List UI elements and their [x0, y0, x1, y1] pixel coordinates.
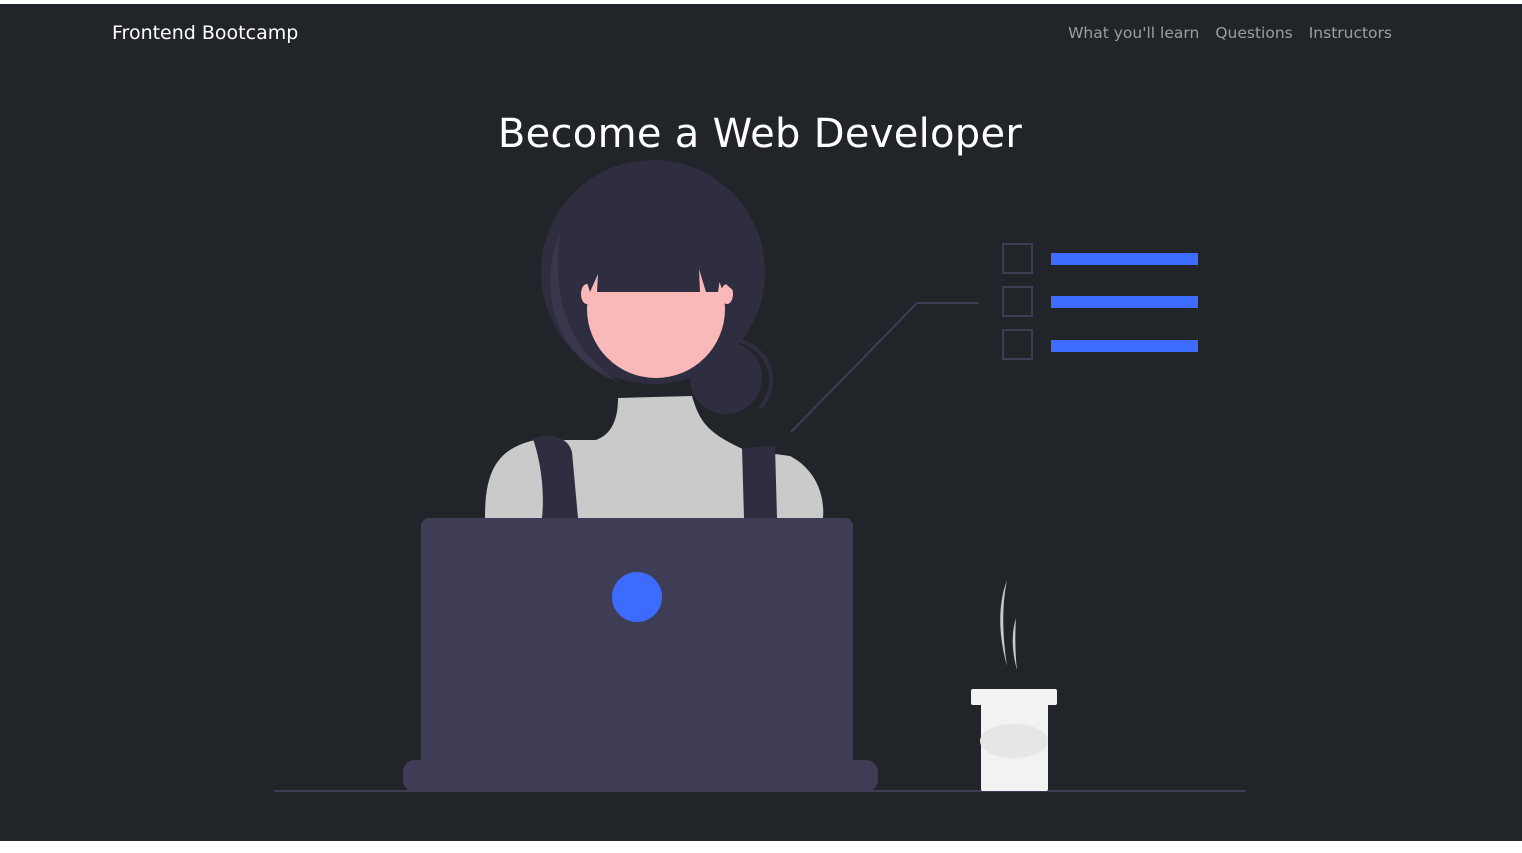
- strap-right: [742, 446, 777, 518]
- steam-icon: [1012, 618, 1017, 670]
- laptop-logo-icon: [612, 572, 662, 622]
- steam-icon: [1000, 580, 1007, 666]
- checkbox-icon: [1002, 286, 1033, 317]
- checkbox-icon: [1002, 243, 1033, 274]
- laptop: [403, 518, 878, 792]
- hero-illustration: [274, 160, 1246, 792]
- hair-bangs: [575, 204, 740, 292]
- coffee-cup: [971, 580, 1057, 791]
- checklist: [1002, 243, 1198, 360]
- laptop-lid: [421, 518, 853, 780]
- checkbox-icon: [1002, 329, 1033, 360]
- cup-sleeve: [980, 724, 1048, 758]
- woman-figure: [485, 160, 824, 518]
- cup-lid: [971, 689, 1057, 705]
- checklist-bar: [1051, 340, 1198, 352]
- checklist-bar: [1051, 296, 1198, 308]
- pointer-line: [790, 302, 978, 433]
- page: Frontend Bootcamp What you'll learn Ques…: [0, 4, 1522, 841]
- laptop-base: [403, 760, 878, 792]
- checklist-bar: [1051, 253, 1198, 265]
